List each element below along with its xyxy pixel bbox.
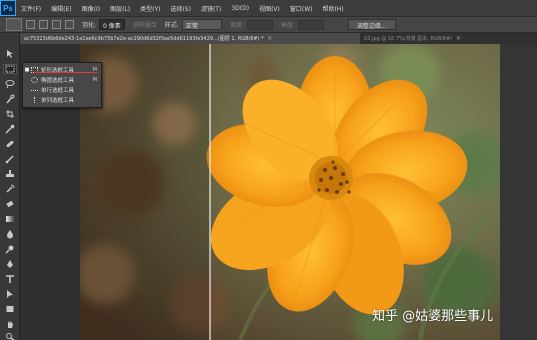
intersect-selection-icon[interactable] <box>65 20 74 29</box>
width-label: 宽度: <box>229 22 244 29</box>
stamp-icon[interactable] <box>3 169 17 179</box>
flyout-label: 单行选框工具 <box>41 88 75 94</box>
marquee-icon[interactable] <box>3 64 17 74</box>
feather-input[interactable]: 0 像素 <box>99 19 125 30</box>
path-select-icon[interactable] <box>3 289 17 299</box>
zoom-icon[interactable] <box>3 331 17 340</box>
document-canvas[interactable] <box>80 44 500 340</box>
height-input[interactable] <box>297 19 324 30</box>
style-select[interactable]: 正常 <box>181 19 222 30</box>
photoshop-logo: Ps <box>0 0 16 16</box>
menu-image[interactable]: 图像(I) <box>77 4 105 13</box>
lasso-icon[interactable] <box>3 79 17 89</box>
shortcut-key: M <box>92 77 97 83</box>
ellipse-marquee-icon <box>31 77 38 83</box>
document-tabs: ac75323d6b6de243-1a1ee6c9b75b7e2e-ac290d… <box>20 33 537 44</box>
width-input[interactable] <box>246 19 273 30</box>
pen-icon[interactable] <box>3 259 17 269</box>
menu-type[interactable]: 类型(Y) <box>135 4 165 13</box>
flyout-label: 椭圆选框工具 <box>41 78 75 84</box>
eyedropper-icon[interactable] <box>3 124 17 134</box>
menu-edit[interactable]: 编辑(E) <box>46 4 76 13</box>
move-icon[interactable] <box>3 49 17 59</box>
add-selection-icon[interactable] <box>39 20 48 29</box>
height-label: 高度: <box>280 22 295 29</box>
tab-active-document[interactable]: ac75323d6b6de243-1a1ee6c9b75b7e2e-ac290d… <box>20 33 360 44</box>
tab-label: 03.jpg @ 16.7%(背景 副本, RGB/8#) <box>364 36 453 42</box>
menu-file[interactable]: 文件(F) <box>16 4 46 13</box>
crop-icon[interactable] <box>3 109 17 119</box>
feather-label: 羽化: <box>82 22 97 29</box>
new-selection-icon[interactable] <box>26 20 35 29</box>
eraser-icon[interactable] <box>3 199 17 209</box>
close-icon[interactable]: × <box>456 35 461 42</box>
quick-select-icon[interactable] <box>3 94 17 104</box>
gradient-icon[interactable] <box>3 214 17 224</box>
highlight-underline <box>35 72 97 73</box>
menu-help[interactable]: 帮助(H) <box>318 4 349 13</box>
tab-inactive-document[interactable]: 03.jpg @ 16.7%(背景 副本, RGB/8#) × <box>360 33 500 44</box>
options-bar: 羽化: 0 像素 消除锯齿 样式: 正常 宽度: 高度: 调整边缘... <box>0 16 537 33</box>
style-label: 样式: <box>164 22 179 29</box>
marquee-tool-flyout: ■ 矩形选框工具 M 椭圆选框工具 M 单行选框工具 单列选框工具 <box>22 62 102 108</box>
selected-bullet-icon: ■ <box>24 67 30 73</box>
menu-bar: Ps 文件(F) 编辑(E) 图像(I) 图层(L) 类型(Y) 选择(S) 滤… <box>0 0 537 16</box>
close-icon[interactable]: × <box>267 35 272 42</box>
subtract-selection-icon[interactable] <box>52 20 61 29</box>
menu-select[interactable]: 选择(S) <box>165 4 196 13</box>
menu-3d[interactable]: 3D(D) <box>226 5 254 12</box>
menu-window[interactable]: 窗口(W) <box>285 4 318 13</box>
column-marquee-item[interactable]: 单列选框工具 <box>23 95 101 105</box>
shape-icon[interactable] <box>3 304 17 314</box>
pasteboard-right <box>500 44 537 340</box>
brush-icon[interactable] <box>3 154 17 164</box>
blur-icon[interactable] <box>3 229 17 239</box>
healing-icon[interactable] <box>3 139 17 149</box>
menu-layer[interactable]: 图层(L) <box>105 4 135 13</box>
menu-filter[interactable]: 滤镜(T) <box>196 4 226 13</box>
hand-icon[interactable] <box>3 319 17 329</box>
flower-photo <box>80 44 500 340</box>
zhihu-watermark: 知乎 @姑婆那些事儿 <box>372 309 494 324</box>
tab-label: ac75323d6b6de243-1a1ee6c9b75b7e2e-ac290d… <box>24 36 264 42</box>
flyout-label: 单列选框工具 <box>41 98 75 104</box>
ellipse-marquee-item[interactable]: 椭圆选框工具 M <box>23 75 101 85</box>
refine-edge-button[interactable]: 调整边缘... <box>347 19 396 30</box>
row-marquee-icon <box>31 89 38 91</box>
menu-view[interactable]: 视图(V) <box>254 4 285 13</box>
row-marquee-item[interactable]: 单行选框工具 <box>23 85 101 95</box>
antialias-checkbox[interactable]: 消除锯齿 <box>133 20 157 29</box>
tools-panel <box>0 33 20 340</box>
dodge-icon[interactable] <box>3 244 17 254</box>
tool-preset-picker[interactable] <box>6 18 22 31</box>
rect-marquee-item[interactable]: ■ 矩形选框工具 M <box>23 65 101 75</box>
history-brush-icon[interactable] <box>3 184 17 194</box>
type-icon[interactable] <box>3 274 17 284</box>
column-marquee-icon <box>34 97 35 103</box>
